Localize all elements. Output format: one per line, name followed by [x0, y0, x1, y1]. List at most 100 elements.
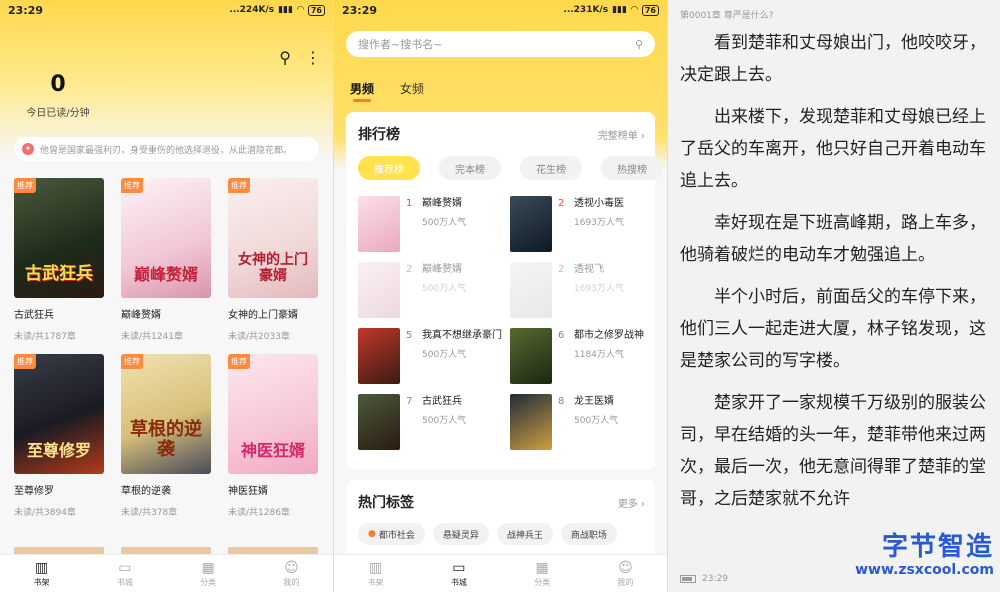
paragraph: 看到楚菲和丈母娘出门，他咬咬牙，决定跟上去。: [680, 33, 986, 85]
recommend-badge: 推荐: [228, 354, 250, 369]
tab-label: 书架: [33, 577, 50, 587]
ranking-item[interactable]: 7 古武狂兵 500万人气: [358, 394, 504, 450]
rank-number: 1: [406, 198, 413, 209]
book-cover[interactable]: 推荐 至尊修罗: [14, 354, 104, 474]
book-cover[interactable]: 推荐 古武狂兵: [14, 178, 104, 298]
book-cover[interactable]: 推荐 草根的逆袭: [121, 354, 211, 474]
ranking-card: 排行榜 完整榜单 › 推荐榜 完本榜 花生榜 热搜榜 1 巅峰赘婿 500万人气 …: [346, 112, 663, 470]
more-menu-icon[interactable]: ⋮: [305, 48, 321, 67]
tab-male[interactable]: 男频: [350, 80, 374, 102]
search-icon[interactable]: ⚲: [635, 38, 643, 51]
signal-icon: ▮▮▮: [278, 5, 293, 15]
book-card[interactable]: 推荐 女神的上门豪婿 女神的上门豪婿 未读/共2033章: [228, 178, 318, 342]
book-cover[interactable]: [510, 196, 552, 252]
network-speed: ...231K/s: [563, 5, 609, 15]
tab-recommend-rank[interactable]: 推荐榜: [358, 156, 420, 180]
book-progress: 未读/共2033章: [228, 332, 290, 342]
gender-tabs: 男频 女频: [350, 80, 424, 102]
book-title: 神医狂婿: [228, 486, 268, 497]
more-tags-link[interactable]: 更多 ›: [618, 495, 645, 510]
book-cover[interactable]: [510, 328, 552, 384]
category-icon: ▦: [535, 559, 549, 576]
rank-number: 7: [406, 396, 413, 407]
rank-number: 2: [406, 264, 413, 275]
search-icon[interactable]: ⚲: [279, 48, 291, 67]
tag-chip[interactable]: ● 都市社会: [358, 523, 425, 545]
cover-title: 巅峰赘婿: [133, 265, 198, 285]
bookstore-icon: ▭: [118, 559, 132, 576]
book-progress: 未读/共1241章: [121, 332, 183, 342]
tab-category[interactable]: ▦ 分类: [167, 555, 250, 592]
notice-banner[interactable]: ✦ 他曾是国家最强利刃，身受重伤的他选择退役，从此潜隐花都。: [14, 137, 319, 161]
tab-label: 书城: [116, 577, 133, 587]
book-cover[interactable]: 推荐 巅峰赘婿: [121, 178, 211, 298]
book-card[interactable]: 推荐 至尊修罗 至尊修罗 未读/共3894章: [14, 354, 104, 518]
book-title: 草根的逆袭: [121, 486, 171, 497]
tag-chip[interactable]: 战神兵王: [496, 523, 553, 545]
bookstore-icon: ▭: [452, 559, 466, 576]
tab-hot-search-rank[interactable]: 热搜榜: [601, 156, 663, 180]
rank-number: 6: [558, 330, 565, 341]
tab-bookstore[interactable]: ▭ 书城: [417, 555, 500, 592]
bookshelf-screen: 23:29 ...224K/s ▮▮▮ ◠ 76 ⚲ ⋮ 0 今日已读/分钟 ✦…: [0, 0, 333, 592]
tab-bookshelf[interactable]: ▥ 书架: [334, 555, 417, 592]
profile-icon: ☺: [284, 559, 299, 576]
tag-chip[interactable]: 悬疑灵异: [432, 523, 489, 545]
search-input[interactable]: 搜作者~搜书名~ ⚲: [346, 31, 655, 57]
ranking-tabs: 推荐榜 完本榜 花生榜 热搜榜: [358, 156, 663, 180]
reading-minutes-count: 0: [50, 72, 66, 97]
tag-label: 都市社会: [378, 530, 415, 541]
book-title: 都市之修罗战神: [574, 330, 644, 341]
cover-title: 至尊修罗: [26, 441, 91, 461]
reading-minutes-label: 今日已读/分钟: [26, 108, 90, 119]
book-title: 巅峰赘婿: [422, 264, 462, 275]
book-cover[interactable]: [358, 262, 400, 318]
book-card[interactable]: 推荐 巅峰赘婿 巅峰赘婿 未读/共1241章: [121, 178, 211, 342]
cover-title: 女神的上门豪婿: [238, 252, 308, 284]
ranking-item[interactable]: 6 都市之修罗战神 1184万人气: [510, 328, 656, 384]
book-cover[interactable]: [358, 328, 400, 384]
reader-screen[interactable]: 第0001章 尊严是什么? 看到楚菲和丈母娘出门，他咬咬牙，决定跟上去。 出来楼…: [668, 0, 1000, 592]
reader-content[interactable]: 看到楚菲和丈母娘出门，他咬咬牙，决定跟上去。 出来楼下，发现楚菲和丈母娘已经上了…: [680, 27, 988, 525]
notice-text: 他曾是国家最强利刃，身受重伤的他选择退役，从此潜隐花都。: [40, 145, 293, 156]
ranking-item[interactable]: 8 龙王医婿 500万人气: [510, 394, 656, 450]
book-cover[interactable]: 推荐 女神的上门豪婿: [228, 178, 318, 298]
tag-label: 悬疑灵异: [442, 530, 479, 541]
book-progress: 未读/共1286章: [228, 508, 290, 518]
tab-profile[interactable]: ☺ 我的: [584, 555, 667, 592]
popularity: 500万人气: [422, 284, 467, 294]
tab-peanut-rank[interactable]: 花生榜: [520, 156, 582, 180]
full-ranking-link[interactable]: 完整榜单 ›: [598, 127, 645, 142]
book-cover[interactable]: 推荐 神医狂婿: [228, 354, 318, 474]
ranking-item[interactable]: 5 我真不想继承豪门 500万人气: [358, 328, 504, 384]
hot-tags-title: 热门标签: [358, 495, 414, 511]
book-cover[interactable]: [358, 394, 400, 450]
popularity: 500万人气: [422, 350, 467, 360]
book-progress: 未读/共1787章: [14, 332, 76, 342]
recommend-badge: 推荐: [14, 178, 36, 193]
ranking-item[interactable]: 2 透视飞 1693万人气: [510, 262, 656, 318]
recommend-badge: 推荐: [121, 354, 143, 369]
book-cover[interactable]: [510, 394, 552, 450]
tab-profile[interactable]: ☺ 我的: [250, 555, 333, 592]
ranking-item[interactable]: 2 透视小毒医 1693万人气: [510, 196, 656, 252]
book-card[interactable]: 推荐 古武狂兵 古武狂兵 未读/共1787章: [14, 178, 104, 342]
tab-female[interactable]: 女频: [400, 80, 424, 97]
ranking-item[interactable]: 1 巅峰赘婿 500万人气: [358, 196, 504, 252]
tab-finished-rank[interactable]: 完本榜: [439, 156, 501, 180]
fire-icon: ✦: [22, 143, 34, 155]
tab-label: 书城: [450, 577, 467, 587]
book-card[interactable]: 推荐 草根的逆袭 草根的逆袭 未读/共378章: [121, 354, 211, 518]
book-title: 至尊修罗: [14, 486, 54, 497]
tab-bookstore[interactable]: ▭ 书城: [83, 555, 166, 592]
recommend-badge: 推荐: [121, 178, 143, 193]
ranking-list: 1 巅峰赘婿 500万人气 2 透视小毒医 1693万人气 2 巅峰赘婿 500万人气…: [358, 196, 647, 450]
book-card[interactable]: 推荐 神医狂婿 神医狂婿 未读/共1286章: [228, 354, 318, 518]
ranking-item[interactable]: 2 巅峰赘婿 500万人气: [358, 262, 504, 318]
book-cover[interactable]: [358, 196, 400, 252]
tag-chip[interactable]: 商战职场: [560, 523, 617, 545]
tab-bookshelf[interactable]: ▥ 书架: [0, 555, 83, 592]
book-cover[interactable]: [510, 262, 552, 318]
popularity: 500万人气: [422, 416, 467, 426]
tab-category[interactable]: ▦ 分类: [501, 555, 584, 592]
